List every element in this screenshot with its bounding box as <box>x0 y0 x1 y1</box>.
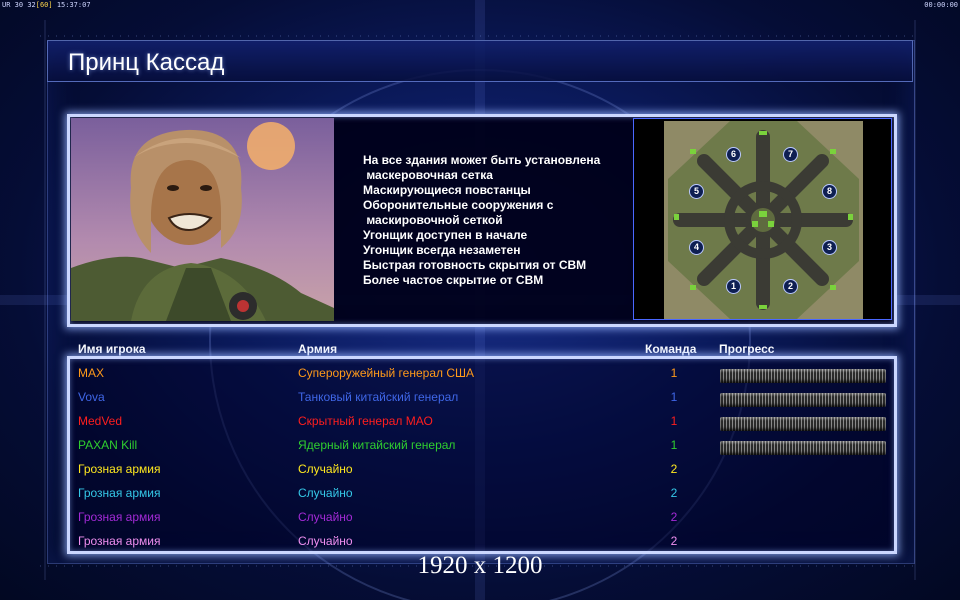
hud-value-a: 30 <box>14 1 24 9</box>
resolution-label: 1920 x 1200 <box>417 552 543 579</box>
player-row: Грозная армия Случайно 2 <box>0 459 960 479</box>
feature-item: Угонщик всегда незаметен <box>363 243 521 257</box>
player-team: 1 <box>670 414 678 428</box>
feature-item: Более частое скрытие от СВМ <box>363 273 544 287</box>
hud-fps: [60] <box>35 1 53 9</box>
player-name: PAXAN Kill <box>78 438 138 452</box>
player-row: Грозная армия Случайно 2 <box>0 507 960 527</box>
hud-value-b: 32 <box>27 1 36 9</box>
start-slot-1: 1 <box>726 279 741 294</box>
loading-progress-bar <box>720 417 886 431</box>
hud-prefix: UR <box>2 1 11 9</box>
feature-item: маскеровочная сетка <box>363 168 493 182</box>
start-slot-8: 8 <box>822 184 837 199</box>
column-header-progress: Прогресс <box>719 342 775 356</box>
general-portrait <box>71 118 334 321</box>
feature-item: Оборонительные сооружения с <box>363 198 554 212</box>
feature-item: Маскирующиеся повстанцы <box>363 183 531 197</box>
loading-progress-bar <box>720 441 886 455</box>
loading-progress-bar <box>720 369 886 383</box>
player-team: 1 <box>670 390 678 404</box>
player-team: 1 <box>670 366 678 380</box>
player-army: Случайно <box>298 510 353 524</box>
column-header-army: Армия <box>298 342 338 356</box>
debug-hud: UR 30 32[60] 15:37:07 <box>2 0 91 10</box>
player-army: Случайно <box>298 534 353 548</box>
player-army: Скрытный генерал МАО <box>298 414 433 428</box>
feature-item: На все здания может быть установлена <box>363 153 601 167</box>
player-row: Грозная армия Случайно 2 <box>0 531 960 551</box>
player-name: Vova <box>78 390 105 404</box>
player-army: Танковый китайский генерал <box>298 390 459 404</box>
player-name: MedVed <box>78 414 123 428</box>
feature-item: Угонщик доступен в начале <box>363 228 528 242</box>
start-slot-3: 3 <box>822 240 837 255</box>
start-slot-6: 6 <box>726 147 741 162</box>
column-header-team: Команда <box>645 342 697 356</box>
start-slot-7: 7 <box>783 147 798 162</box>
player-team: 2 <box>670 510 678 524</box>
player-army: Супероружейный генерал США <box>298 366 474 380</box>
player-team: 1 <box>670 438 678 452</box>
map-preview: 6 7 5 8 4 3 1 2 <box>633 118 892 320</box>
start-slot-4: 4 <box>689 240 704 255</box>
player-army: Случайно <box>298 486 353 500</box>
player-team: 2 <box>670 534 678 548</box>
feature-item: Быстрая готовность скрытия от СВМ <box>363 258 587 272</box>
loading-progress-bar <box>720 393 886 407</box>
player-row: PAXAN Kill Ядерный китайский генерал 1 <box>0 435 960 455</box>
player-team: 2 <box>670 486 678 500</box>
start-slot-5: 5 <box>689 184 704 199</box>
player-name: Грозная армия <box>78 510 161 524</box>
player-army: Случайно <box>298 462 353 476</box>
player-name: Грозная армия <box>78 486 161 500</box>
player-army: Ядерный китайский генерал <box>298 438 456 452</box>
player-row: MAX Супероружейный генерал США 1 <box>0 363 960 383</box>
hud-clock: 15:37:07 <box>56 1 91 9</box>
player-team: 2 <box>670 462 678 476</box>
player-row: Vova Танковый китайский генерал 1 <box>0 387 960 407</box>
player-name: Грозная армия <box>78 462 161 476</box>
player-row: Грозная армия Случайно 2 <box>0 483 960 503</box>
column-header-name: Имя игрока <box>78 342 146 356</box>
player-name: MAX <box>78 366 105 380</box>
general-features-list: На все здания может быть установлена мас… <box>363 153 623 288</box>
page-title: Принц Кассад <box>68 49 225 76</box>
player-row: MedVed Скрытный генерал МАО 1 <box>0 411 960 431</box>
start-slot-2: 2 <box>783 279 798 294</box>
player-name: Грозная армия <box>78 534 161 548</box>
hud-timer: 00:00:00 <box>924 1 958 9</box>
feature-item: маскировочной сеткой <box>363 213 503 227</box>
